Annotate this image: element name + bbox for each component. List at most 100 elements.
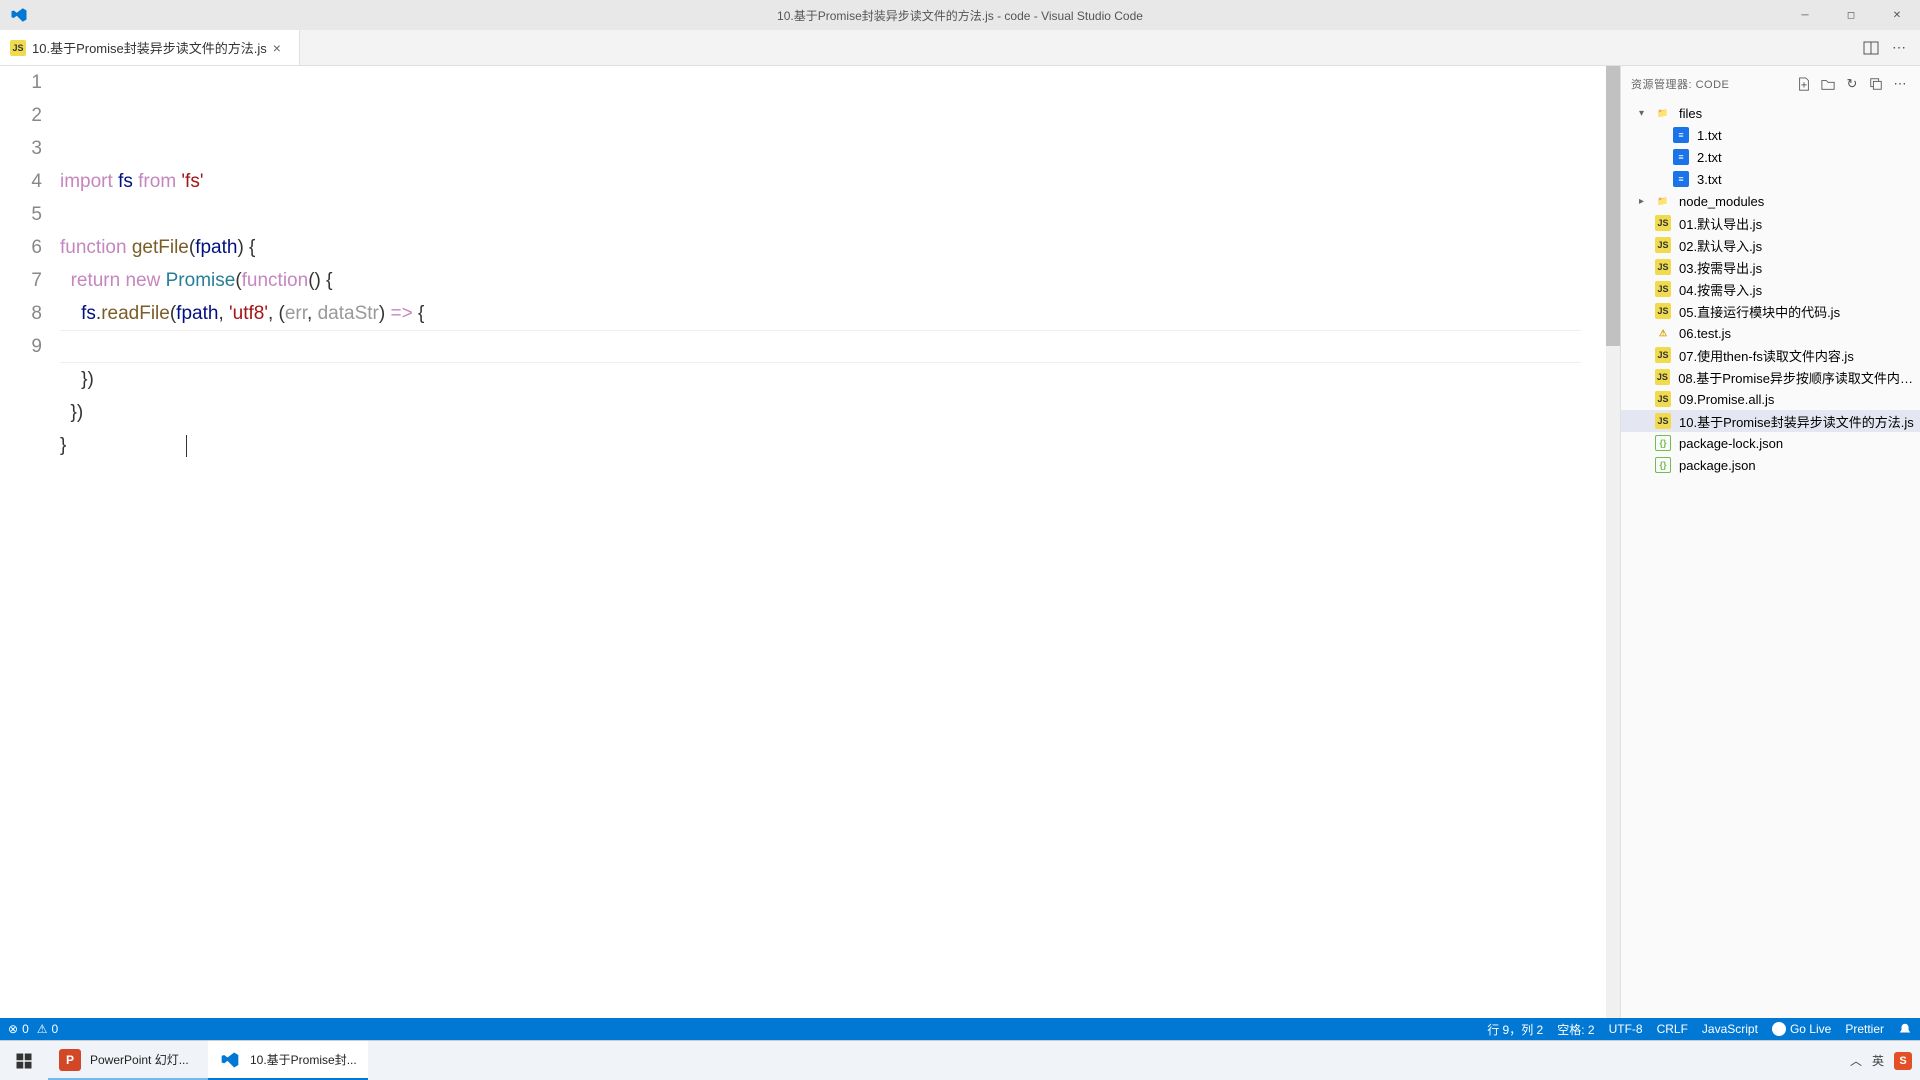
line-number: 9 (0, 330, 42, 363)
tree-file[interactable]: JS03.按需导出.js (1621, 256, 1920, 278)
tree-item-label: 03.按需导出.js (1679, 258, 1762, 277)
tree-file[interactable]: JS 05.直接运行模块中的代码.js (1621, 300, 1920, 322)
refresh-button[interactable]: ↻ (1842, 74, 1862, 94)
tree-item-label: 01.默认导出.js (1679, 214, 1762, 233)
file-tree[interactable]: ▾📁files≡1.txt≡2.txt≡3.txt▸📁node_modulesJ… (1621, 102, 1920, 1018)
code-line[interactable] (60, 198, 1586, 231)
tree-file[interactable]: ≡1.txt (1621, 124, 1920, 146)
tray-sogou-icon[interactable]: S (1894, 1052, 1912, 1070)
tree-folder[interactable]: ▾📁files (1621, 102, 1920, 124)
js-file-icon: JS (1655, 281, 1671, 297)
js-file-icon: JS (1655, 369, 1671, 385)
txt-file-icon: ≡ (1673, 149, 1689, 165)
js-file-icon: JS (1655, 303, 1671, 319)
code-area[interactable]: 123456789 import fs from 'fs'function ge… (0, 66, 1620, 1018)
status-warnings[interactable]: ⚠ 0 (37, 1022, 58, 1036)
tree-item-label: 02.默认导入.js (1679, 236, 1762, 255)
status-notifications-button[interactable] (1898, 1022, 1912, 1036)
folder-icon: 📁 (1655, 193, 1671, 209)
tree-item-label: 09.Promise.all.js (1679, 392, 1774, 407)
taskbar-app[interactable]: PPowerPoint 幻灯... (48, 1041, 208, 1080)
tree-file[interactable]: JS 02.默认导入.js (1621, 234, 1920, 256)
editor-scrollbar[interactable] (1606, 66, 1620, 1018)
code-line[interactable]: return new Promise(function() { (60, 264, 1586, 297)
tree-file[interactable]: JS 09.Promise.all.js (1621, 388, 1920, 410)
code-line[interactable]: import fs from 'fs' (60, 165, 1586, 198)
window-title: 10.基于Promise封装异步读文件的方法.js - code - Visua… (777, 7, 1143, 24)
tree-file[interactable]: JS07.使用then-fs读取文件内容.js (1621, 344, 1920, 366)
tree-file[interactable]: JS 08.基于Promise异步按顺序读取文件内容.js (1621, 366, 1920, 388)
tree-file[interactable]: JS01.默认导出.js (1621, 212, 1920, 234)
tree-item-label: 05.直接运行模块中的代码.js (1679, 302, 1840, 321)
json-file-icon: {} (1655, 435, 1671, 451)
tree-item-label: 2.txt (1697, 150, 1722, 165)
js-file-icon: JS (1655, 237, 1671, 253)
status-cursor-position[interactable]: 行 9，列 2 (1487, 1021, 1543, 1038)
status-encoding[interactable]: UTF-8 (1609, 1022, 1643, 1036)
new-file-button[interactable] (1794, 74, 1814, 94)
tree-item-label: node_modules (1679, 194, 1764, 209)
more-actions-button[interactable]: ⋯ (1888, 37, 1910, 59)
tab-close-button[interactable]: × (273, 40, 289, 56)
vscode-logo-icon (10, 6, 28, 24)
tree-file[interactable]: JS04.按需导入.js (1621, 278, 1920, 300)
editor-tab[interactable]: JS 10.基于Promise封装异步读文件的方法.js × (0, 30, 300, 65)
window-maximize-button[interactable]: ◻ (1828, 0, 1874, 30)
window-minimize-button[interactable]: ─ (1782, 0, 1828, 30)
code-line[interactable]: }) (60, 396, 1586, 429)
error-icon: ⊗ (8, 1022, 18, 1036)
tree-file[interactable]: ≡3.txt (1621, 168, 1920, 190)
tree-item-label: files (1679, 106, 1702, 121)
js-file-icon: JS (1655, 413, 1671, 429)
statusbar: ⊗ 0 ⚠ 0 行 9，列 2 空格: 2 UTF-8 CRLF JavaScr… (0, 1018, 1920, 1040)
tree-item-label: 06.test.js (1679, 326, 1731, 341)
taskbar-app[interactable]: 10.基于Promise封... (208, 1041, 368, 1080)
status-eol[interactable]: CRLF (1657, 1022, 1688, 1036)
editor-pane[interactable]: 123456789 import fs from 'fs'function ge… (0, 66, 1620, 1018)
ppt-icon: P (58, 1048, 82, 1072)
window-controls: ─ ◻ ✕ (1782, 0, 1920, 30)
chevron-icon[interactable]: ▾ (1639, 108, 1651, 119)
scrollbar-thumb[interactable] (1606, 66, 1620, 346)
tree-item-label: 08.基于Promise异步按顺序读取文件内容.js (1678, 368, 1920, 387)
code-line[interactable]: }) (60, 363, 1586, 396)
explorer-more-button[interactable]: ⋯ (1890, 74, 1910, 94)
code-line[interactable]: function getFile(fpath) { (60, 231, 1586, 264)
tree-file[interactable]: {}package.json (1621, 454, 1920, 476)
line-number: 4 (0, 165, 42, 198)
tree-file[interactable]: JS 10.基于Promise封装异步读文件的方法.js (1621, 410, 1920, 432)
start-button[interactable] (0, 1041, 48, 1080)
taskbar-app-label: 10.基于Promise封... (250, 1051, 357, 1068)
error-count: 0 (22, 1022, 29, 1036)
golive-label: Go Live (1790, 1022, 1831, 1036)
taskbar-items: PPowerPoint 幻灯... 10.基于Promise封... (48, 1041, 368, 1080)
tree-file[interactable]: {}package-lock.json (1621, 432, 1920, 454)
warning-count: 0 (52, 1022, 59, 1036)
txt-file-icon: ≡ (1673, 171, 1689, 187)
code-content[interactable]: import fs from 'fs' function getFile(fpat… (60, 66, 1606, 1018)
code-line[interactable]: } (60, 429, 1586, 462)
collapse-all-button[interactable] (1866, 74, 1886, 94)
status-golive[interactable]: Go Live (1772, 1022, 1831, 1036)
tree-item-label: 10.基于Promise封装异步读文件的方法.js (1679, 412, 1914, 431)
status-errors[interactable]: ⊗ 0 (8, 1022, 29, 1036)
js-file-icon: JS (1655, 391, 1671, 407)
line-number: 5 (0, 198, 42, 231)
window-close-button[interactable]: ✕ (1874, 0, 1920, 30)
current-line-highlight (60, 330, 1581, 363)
split-editor-button[interactable] (1860, 37, 1882, 59)
new-folder-button[interactable] (1818, 74, 1838, 94)
chevron-icon[interactable]: ▸ (1639, 196, 1651, 207)
json-file-icon: {} (1655, 457, 1671, 473)
tree-file[interactable]: ⚠06.test.js (1621, 322, 1920, 344)
tray-ime[interactable]: 英 (1872, 1052, 1884, 1069)
status-indentation[interactable]: 空格: 2 (1557, 1021, 1594, 1038)
status-language[interactable]: JavaScript (1702, 1022, 1758, 1036)
tree-item-label: 1.txt (1697, 128, 1722, 143)
status-prettier[interactable]: Prettier (1845, 1022, 1884, 1036)
explorer-sidebar: 资源管理器: CODE ↻ ⋯ ▾📁files≡1.txt≡2.txt≡3.tx… (1620, 66, 1920, 1018)
tray-chevron-up-icon[interactable]: ︿ (1850, 1052, 1862, 1069)
tree-file[interactable]: ≡ 2.txt (1621, 146, 1920, 168)
tree-folder[interactable]: ▸ 📁 node_modules (1621, 190, 1920, 212)
code-line[interactable]: fs.readFile(fpath, 'utf8', (err, dataStr… (60, 297, 1586, 330)
